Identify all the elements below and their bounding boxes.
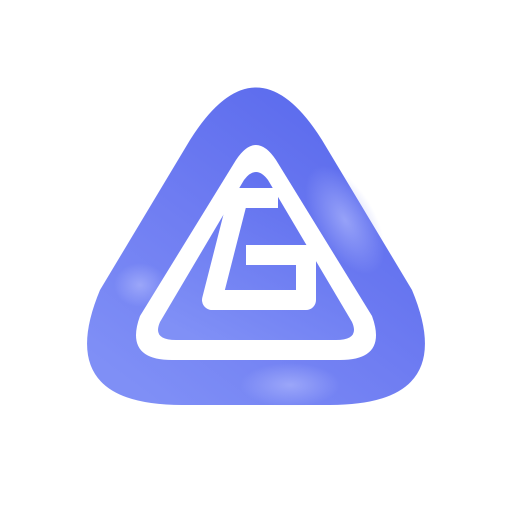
app-icon-canvas [0, 0, 512, 512]
triangle-g-logo-icon [87, 87, 425, 407]
logo-highlight-bottom [240, 363, 340, 407]
